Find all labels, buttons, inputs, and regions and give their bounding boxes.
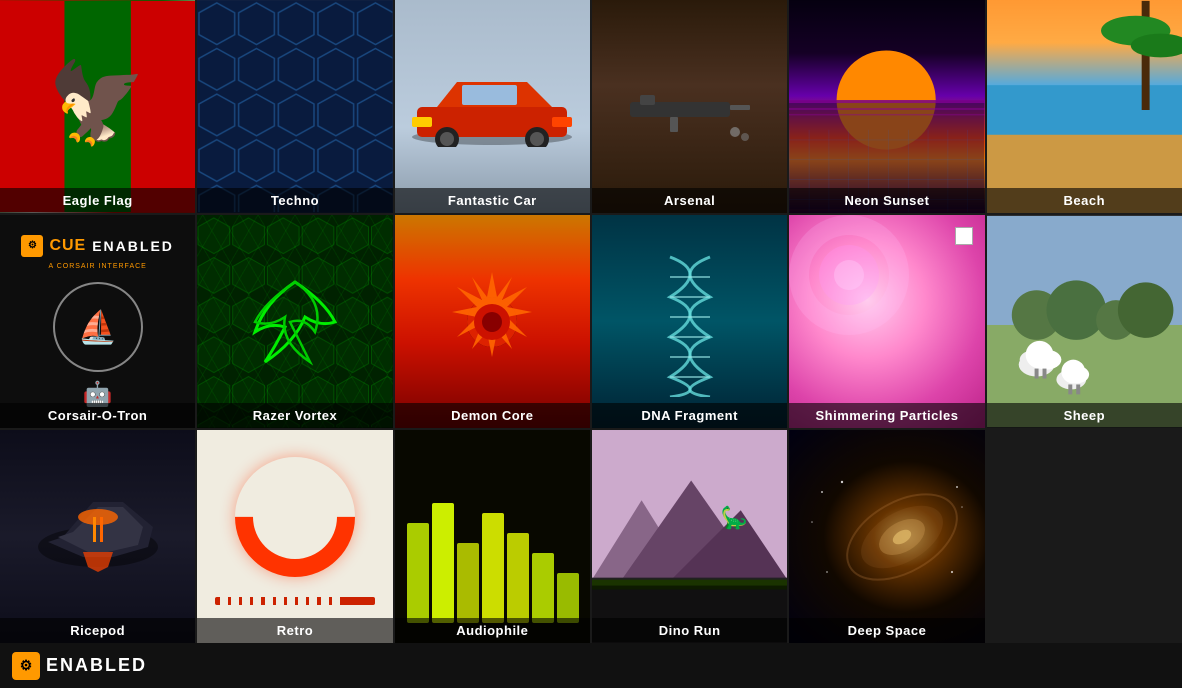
cell-audiophile[interactable]: Audiophile (395, 430, 590, 643)
cell-arsenal[interactable]: Arsenal (592, 0, 787, 213)
cue-subtitle: A CORSAIR INTERFACE (48, 263, 146, 270)
cell-ricepod[interactable]: Ricepod (0, 430, 195, 643)
enabled-badge: ⚙ ENABLED (12, 652, 147, 680)
sheep-label: Sheep (987, 403, 1182, 428)
cell-beach[interactable]: Beach (987, 0, 1182, 213)
svg-text:🦅: 🦅 (48, 55, 147, 148)
corsair-sail-icon: ⛵ (78, 308, 118, 346)
shimmering-label: Shimmering Particles (789, 403, 984, 428)
cell-fantastic-car[interactable]: Fantastic Car (395, 0, 590, 213)
cell-shimmering[interactable]: Shimmering Particles (789, 215, 984, 428)
dino-run-label: Dino Run (592, 618, 787, 643)
ricepod-label: Ricepod (0, 618, 195, 643)
cell-neon-sunset[interactable]: Neon Sunset (789, 0, 984, 213)
bottom-bar: ⚙ ENABLED (0, 643, 1182, 688)
audiophile-label: Audiophile (395, 618, 590, 643)
cell-techno[interactable]: Techno (197, 0, 392, 213)
cell-razer[interactable]: Razer Vortex (197, 215, 392, 428)
razer-label: Razer Vortex (197, 403, 392, 428)
cell-sheep[interactable]: Sheep (987, 215, 1182, 428)
shimmering-checkbox[interactable] (955, 227, 973, 245)
svg-text:🦕: 🦕 (721, 505, 748, 530)
corsair-label: Corsair-O-Tron (0, 403, 195, 428)
eagle-flag-label: Eagle Flag (0, 188, 195, 213)
cell-demon-core[interactable]: Demon Core (395, 215, 590, 428)
cell-corsair[interactable]: ⚙ CUE ENABLED A CORSAIR INTERFACE ⛵ 🤖 Co… (0, 215, 195, 428)
fantastic-car-label: Fantastic Car (395, 188, 590, 213)
retro-label: Retro (197, 618, 392, 643)
neon-sunset-label: Neon Sunset (789, 188, 984, 213)
cell-dna[interactable]: DNA Fragment (592, 215, 787, 428)
cell-retro[interactable]: Retro (197, 430, 392, 643)
cue-icon: ⚙ (12, 652, 40, 680)
cell-eagle-flag[interactable]: 🦅 Eagle Flag (0, 0, 195, 213)
cell-deep-space[interactable]: Deep Space (789, 430, 984, 643)
cue-enabled: ENABLED (92, 238, 174, 254)
dna-label: DNA Fragment (592, 403, 787, 428)
bottom-enabled-label: ENABLED (46, 655, 147, 676)
demon-core-label: Demon Core (395, 403, 590, 428)
cell-dino-run[interactable]: 🦕 Dino Run (592, 430, 787, 643)
beach-label: Beach (987, 188, 1182, 213)
deep-space-label: Deep Space (789, 618, 984, 643)
techno-label: Techno (197, 188, 392, 213)
cue-title: CUE (49, 237, 86, 255)
wallpaper-grid: 🦅 Eagle Flag Techno (0, 0, 1182, 643)
arsenal-label: Arsenal (592, 188, 787, 213)
